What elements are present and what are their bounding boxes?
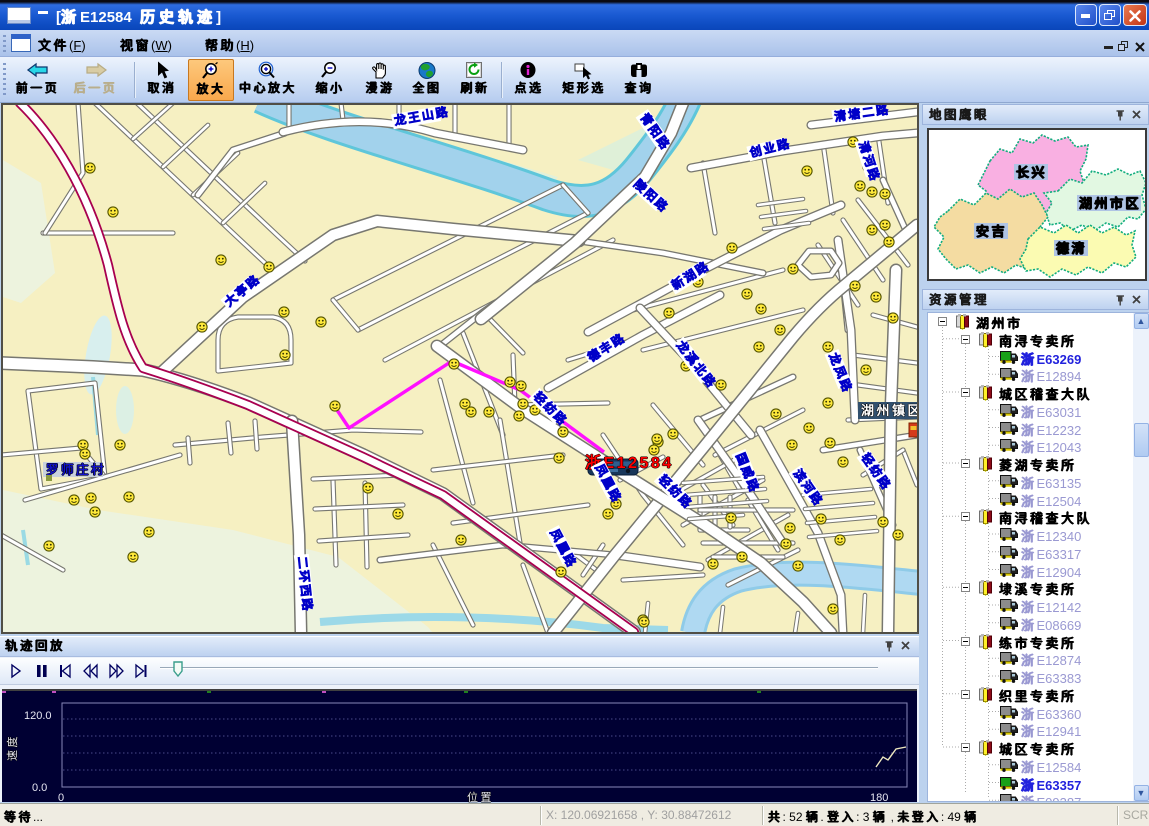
svg-text:安吉: 安吉	[976, 224, 1007, 239]
svg-text:龙溪北路: 龙溪北路	[674, 338, 720, 391]
svg-text:长兴: 长兴	[1016, 165, 1047, 180]
svg-text:120.0: 120.0	[24, 710, 52, 722]
svg-text:罗师庄村: 罗师庄村	[46, 462, 106, 477]
svg-text:德清: 德清	[1056, 241, 1087, 256]
svg-text:位置: 位置	[467, 790, 494, 804]
svg-text:速度: 速度	[5, 734, 19, 761]
svg-text:0.0: 0.0	[32, 782, 47, 794]
svg-text:湖州镇区: 湖州镇区	[861, 403, 917, 418]
svg-text:湖州市区: 湖州市区	[1079, 196, 1141, 211]
svg-text:陵阳路: 陵阳路	[631, 176, 672, 215]
